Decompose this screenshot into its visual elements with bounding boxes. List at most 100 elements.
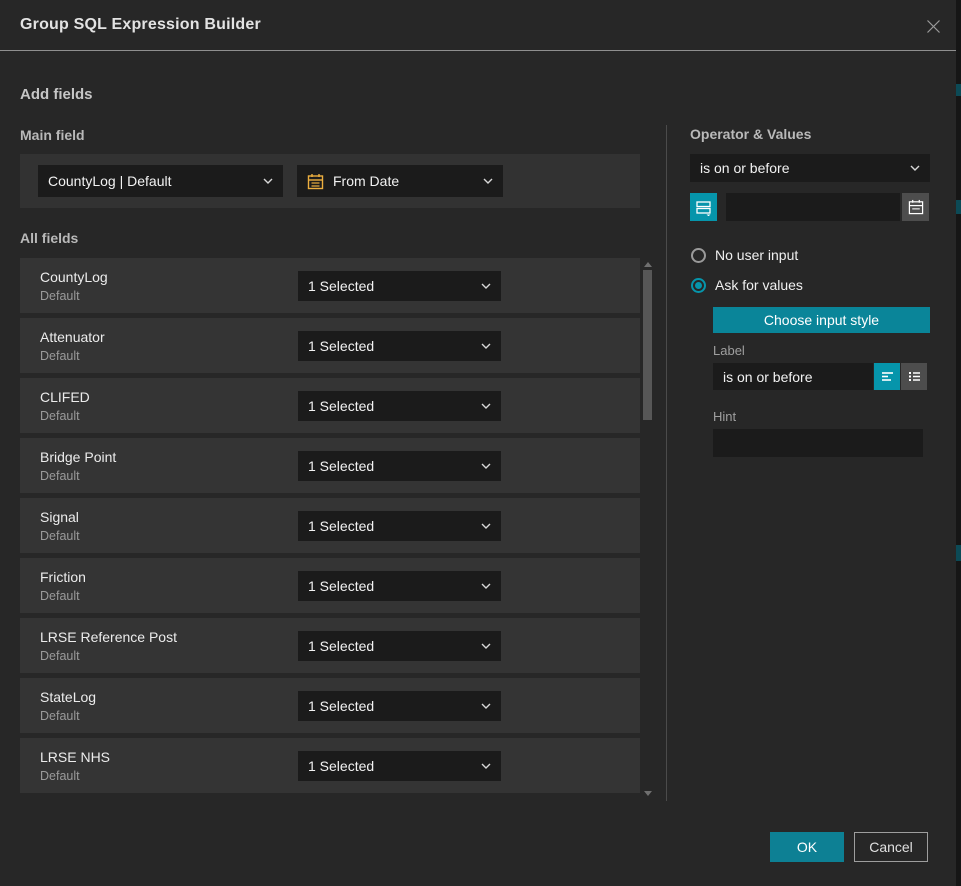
- date-picker-button[interactable]: [902, 193, 929, 221]
- chevron-down-icon: [481, 583, 491, 589]
- background-app-fragment: [956, 545, 961, 561]
- field-info: StateLog Default: [40, 689, 298, 723]
- field-values-select[interactable]: 1 Selected: [298, 271, 501, 301]
- bulleted-list-icon: [907, 369, 922, 384]
- value-input[interactable]: [726, 193, 900, 221]
- field-name: LRSE Reference Post: [40, 629, 298, 645]
- text-style-button[interactable]: [874, 363, 900, 390]
- chevron-down-icon: [481, 343, 491, 349]
- field-values-select[interactable]: 1 Selected: [298, 571, 501, 601]
- field-values-select[interactable]: 1 Selected: [298, 451, 501, 481]
- label-input[interactable]: [713, 363, 873, 390]
- field-row: Friction Default 1 Selected: [20, 558, 640, 613]
- radio-no-user-input[interactable]: No user input: [691, 247, 930, 263]
- field-subtitle: Default: [40, 649, 298, 663]
- group-sql-expression-builder-dialog: Group SQL Expression Builder Add fields …: [0, 0, 961, 886]
- choose-input-style-button[interactable]: Choose input style: [713, 307, 930, 333]
- layer-select-value: CountyLog | Default: [48, 173, 257, 189]
- chevron-down-icon: [481, 643, 491, 649]
- list-style-button[interactable]: [901, 363, 927, 390]
- close-icon: [926, 19, 941, 34]
- dialog-title: Group SQL Expression Builder: [20, 16, 261, 34]
- field-info: CLIFED Default: [40, 389, 298, 423]
- chevron-down-icon: [910, 165, 920, 171]
- field-info: Bridge Point Default: [40, 449, 298, 483]
- field-values-select-value: 1 Selected: [308, 578, 475, 594]
- hint-caption: Hint: [713, 409, 930, 424]
- main-field-label: Main field: [20, 127, 85, 143]
- field-name: StateLog: [40, 689, 298, 705]
- unique-values-button[interactable]: [690, 193, 717, 221]
- main-field-select[interactable]: From Date: [297, 165, 503, 197]
- field-subtitle: Default: [40, 709, 298, 723]
- add-fields-heading: Add fields: [20, 86, 93, 103]
- field-subtitle: Default: [40, 409, 298, 423]
- field-values-select-value: 1 Selected: [308, 278, 475, 294]
- field-name: Attenuator: [40, 329, 298, 345]
- field-name: CLIFED: [40, 389, 298, 405]
- field-values-select-value: 1 Selected: [308, 758, 475, 774]
- dialog-titlebar: Group SQL Expression Builder: [0, 0, 956, 51]
- radio-no-user-input-label: No user input: [715, 247, 798, 263]
- field-values-select[interactable]: 1 Selected: [298, 751, 501, 781]
- scrollbar-thumb[interactable]: [643, 270, 652, 420]
- field-values-select[interactable]: 1 Selected: [298, 331, 501, 361]
- scroll-down-arrow[interactable]: [644, 791, 652, 796]
- field-row: Bridge Point Default 1 Selected: [20, 438, 640, 493]
- calendar-icon: [908, 199, 924, 215]
- field-info: Signal Default: [40, 509, 298, 543]
- close-button[interactable]: [919, 12, 947, 40]
- field-values-select-value: 1 Selected: [308, 338, 475, 354]
- chevron-down-icon: [481, 283, 491, 289]
- all-fields-list: CountyLog Default 1 Selected Attenuator …: [20, 258, 640, 798]
- field-values-select[interactable]: 1 Selected: [298, 391, 501, 421]
- field-row: StateLog Default 1 Selected: [20, 678, 640, 733]
- field-values-select[interactable]: 1 Selected: [298, 631, 501, 661]
- field-name: LRSE NHS: [40, 749, 298, 765]
- radio-ask-for-values[interactable]: Ask for values: [691, 277, 930, 293]
- chevron-down-icon: [483, 178, 493, 184]
- field-row: LRSE Reference Post Default 1 Selected: [20, 618, 640, 673]
- chevron-down-icon: [481, 763, 491, 769]
- field-subtitle: Default: [40, 469, 298, 483]
- field-row: Signal Default 1 Selected: [20, 498, 640, 553]
- field-values-select-value: 1 Selected: [308, 458, 475, 474]
- cancel-button[interactable]: Cancel: [854, 832, 928, 862]
- field-name: Friction: [40, 569, 298, 585]
- field-name: Signal: [40, 509, 298, 525]
- main-field-select-value: From Date: [333, 173, 477, 189]
- fields-list-scrollbar: [641, 258, 654, 800]
- field-values-select[interactable]: 1 Selected: [298, 691, 501, 721]
- field-subtitle: Default: [40, 589, 298, 603]
- radio-selected-icon: [691, 278, 706, 293]
- field-subtitle: Default: [40, 289, 298, 303]
- value-input-row: [690, 193, 930, 221]
- ok-button[interactable]: OK: [770, 832, 844, 862]
- calendar-icon: [307, 173, 324, 190]
- field-values-select[interactable]: 1 Selected: [298, 511, 501, 541]
- field-info: LRSE NHS Default: [40, 749, 298, 783]
- field-row: Attenuator Default 1 Selected: [20, 318, 640, 373]
- unique-values-icon: [695, 199, 712, 216]
- field-subtitle: Default: [40, 349, 298, 363]
- field-info: CountyLog Default: [40, 269, 298, 303]
- all-fields-label: All fields: [20, 230, 78, 246]
- label-caption: Label: [713, 343, 930, 358]
- hint-input[interactable]: [713, 429, 923, 457]
- radio-circle-icon: [691, 248, 706, 263]
- field-info: Friction Default: [40, 569, 298, 603]
- layer-select[interactable]: CountyLog | Default: [38, 165, 283, 197]
- scroll-up-arrow[interactable]: [644, 262, 652, 267]
- field-name: Bridge Point: [40, 449, 298, 465]
- field-info: LRSE Reference Post Default: [40, 629, 298, 663]
- panel-divider: [666, 125, 667, 801]
- operator-select[interactable]: is on or before: [690, 154, 930, 182]
- chevron-down-icon: [481, 463, 491, 469]
- operator-values-heading: Operator & Values: [690, 126, 930, 142]
- field-subtitle: Default: [40, 529, 298, 543]
- field-values-select-value: 1 Selected: [308, 698, 475, 714]
- background-app-fragment: [956, 84, 961, 96]
- chevron-down-icon: [481, 403, 491, 409]
- field-row: CLIFED Default 1 Selected: [20, 378, 640, 433]
- operator-values-panel: Operator & Values is on or before: [690, 126, 930, 457]
